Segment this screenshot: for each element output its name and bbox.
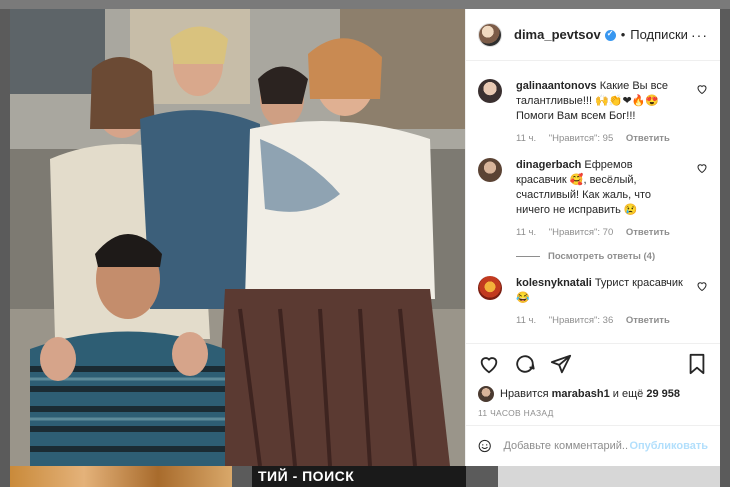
likes-count[interactable]: 29 958 xyxy=(646,388,680,400)
comments-list: galinaantonovs Какие Вы все талантливые!!… xyxy=(466,61,720,343)
comment-meta: 11 ч. "Нравится": 70 Ответить xyxy=(516,227,696,238)
heart-icon[interactable] xyxy=(696,280,708,292)
comment-item: galinaantonovs Какие Вы все талантливые!!… xyxy=(478,79,708,144)
reply-button[interactable]: Ответить xyxy=(626,315,670,326)
background-thumbnail-left xyxy=(10,466,232,487)
backdrop-strip xyxy=(0,0,730,9)
post-actions xyxy=(466,343,720,383)
heart-icon[interactable] xyxy=(696,162,708,174)
comment-body: dinagerbach Ефремов красавчик 🥰, весёлый,… xyxy=(516,158,696,238)
verified-badge-icon xyxy=(604,29,616,41)
comment-username[interactable]: kolesnyknatali xyxy=(516,277,592,289)
post-photo xyxy=(10,9,465,466)
likes-summary: Нравится marabash1 и ещё 29 958 xyxy=(466,383,720,405)
comment-likes[interactable]: "Нравится": 95 xyxy=(549,133,614,144)
heart-icon[interactable] xyxy=(478,353,500,375)
author-avatar[interactable] xyxy=(478,22,502,47)
likes-prefix: Нравится xyxy=(500,388,549,400)
likes-middle: и ещё xyxy=(612,388,644,400)
publish-button[interactable]: Опубликовать xyxy=(629,440,708,452)
comment-likes[interactable]: "Нравится": 36 xyxy=(549,315,614,326)
post-photo-image xyxy=(10,9,465,466)
heart-icon[interactable] xyxy=(696,83,708,95)
following-button[interactable]: Подписки xyxy=(630,27,688,42)
author-username[interactable]: dima_pevtsov xyxy=(514,27,601,42)
background-thumbnail-right xyxy=(498,466,720,487)
comment-text: kolesnyknatali Турист красавчик 😂 xyxy=(516,276,686,306)
follow-separator: • xyxy=(620,27,626,42)
smiley-icon[interactable] xyxy=(478,436,491,456)
commenter-avatar[interactable] xyxy=(478,158,502,182)
share-icon[interactable] xyxy=(550,353,572,375)
reply-button[interactable]: Ответить xyxy=(626,133,670,144)
commenter-avatar[interactable] xyxy=(478,276,502,300)
comment-body: kolesnyknatali Турист красавчик 😂 11 ч. "… xyxy=(516,276,696,326)
liker-avatar[interactable] xyxy=(478,386,494,402)
comment-item: kolesnyknatali Турист красавчик 😂 11 ч. "… xyxy=(478,276,708,326)
ellipsis-icon[interactable]: ··· xyxy=(691,27,708,43)
comment-username[interactable]: galinaantonovs xyxy=(516,80,597,92)
post-side-panel: dima_pevtsov • Подписки ··· galinaantono… xyxy=(465,9,720,466)
commenter-avatar[interactable] xyxy=(478,79,502,103)
view-replies-label[interactable]: Посмотреть ответы (4) xyxy=(548,251,655,262)
comment-text: galinaantonovs Какие Вы все талантливые!!… xyxy=(516,79,686,124)
comment-item: dinagerbach Ефремов красавчик 🥰, весёлый,… xyxy=(478,158,708,238)
reply-button[interactable]: Ответить xyxy=(626,227,670,238)
comment-time[interactable]: 11 ч. xyxy=(516,227,536,238)
comment-text: dinagerbach Ефремов красавчик 🥰, весёлый,… xyxy=(516,158,686,218)
comment-likes[interactable]: "Нравится": 70 xyxy=(549,227,614,238)
comment-username[interactable]: dinagerbach xyxy=(516,159,581,171)
add-comment-bar: Опубликовать xyxy=(466,425,720,466)
comment-icon[interactable] xyxy=(514,353,536,375)
background-thumbnail-banner: ТИЙ - ПОИСК xyxy=(252,466,466,487)
comment-input[interactable] xyxy=(503,440,630,452)
post-header: dima_pevtsov • Подписки ··· xyxy=(466,9,720,61)
comment-time[interactable]: 11 ч. xyxy=(516,133,536,144)
view-replies-button[interactable]: Посмотреть ответы (4) xyxy=(516,251,708,262)
comment-body: galinaantonovs Какие Вы все талантливые!!… xyxy=(516,79,696,144)
comment-meta: 11 ч. "Нравится": 36 Ответить xyxy=(516,315,696,326)
replies-divider xyxy=(516,256,540,257)
post-modal: dima_pevtsov • Подписки ··· galinaantono… xyxy=(10,9,720,466)
post-timestamp[interactable]: 11 ЧАСОВ НАЗАД xyxy=(466,405,720,425)
comment-meta: 11 ч. "Нравится": 95 Ответить xyxy=(516,133,696,144)
liker-username[interactable]: marabash1 xyxy=(552,388,610,400)
comment-time[interactable]: 11 ч. xyxy=(516,315,536,326)
bookmark-icon[interactable] xyxy=(686,353,708,375)
